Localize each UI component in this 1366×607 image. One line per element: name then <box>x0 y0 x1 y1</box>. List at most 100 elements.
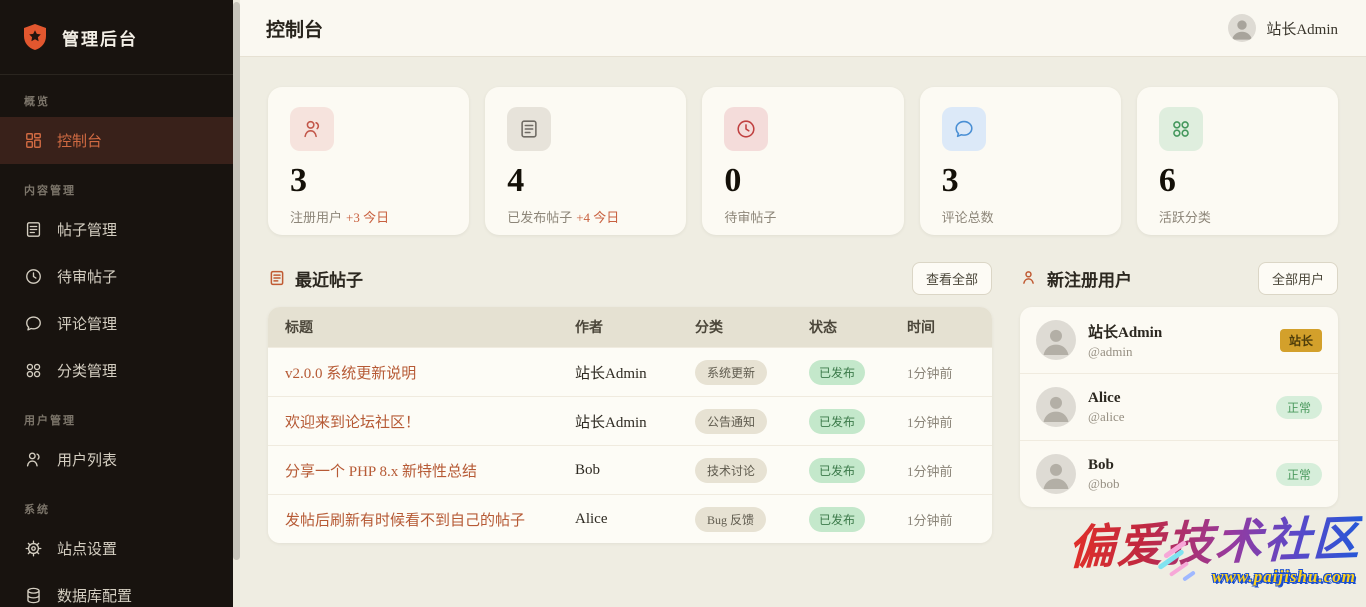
post-title-link[interactable]: 分享一个 PHP 8.x 新特性总结 <box>285 464 477 480</box>
column-header-category: 分类 <box>695 317 809 337</box>
stat-label: 待审帖子 <box>724 207 881 226</box>
recent-posts-table: 标题 作者 分类 状态 时间 v2.0.0 系统更新说明 站长Admin 系统更… <box>268 307 992 543</box>
sidebar-item-user-list[interactable]: 用户列表 <box>0 436 233 483</box>
list-item[interactable]: 站长Admin @admin 站长 <box>1020 307 1338 373</box>
admin-app: 管理后台 概览 控制台 内容管理 <box>0 0 1366 607</box>
post-time: 1分钟前 <box>907 412 975 431</box>
sidebar-item-pending-posts[interactable]: 待审帖子 <box>0 253 233 300</box>
category-pill: 公告通知 <box>695 409 767 434</box>
list-item[interactable]: Bob @bob 正常 <box>1020 440 1338 507</box>
post-time: 1分钟前 <box>907 510 975 529</box>
stat-label-text: 评论总数 <box>942 210 994 225</box>
view-all-users-button[interactable]: 全部用户 <box>1258 262 1338 295</box>
new-users-list: 站长Admin @admin 站长 <box>1020 307 1338 507</box>
recent-posts-section: 最近帖子 查看全部 标题 作者 分类 状态 时间 v2. <box>268 263 992 543</box>
user-avatar <box>1036 387 1076 427</box>
user-handle: @alice <box>1088 409 1125 425</box>
stat-value: 0 <box>724 164 881 198</box>
clock-icon <box>24 267 43 286</box>
sidebar-item-label: 帖子管理 <box>57 219 117 240</box>
list-item[interactable]: Alice @alice 正常 <box>1020 373 1338 440</box>
dashboard-icon <box>24 131 43 150</box>
post-time: 1分钟前 <box>907 363 975 382</box>
main-area: 控制台 站长Admin <box>240 0 1366 607</box>
watermark-url: www.paijishu.com <box>1068 567 1356 587</box>
person-icon <box>24 450 43 469</box>
user-avatar <box>1036 320 1076 360</box>
new-users-section: 新注册用户 全部用户 <box>1020 263 1338 507</box>
user-handle: @bob <box>1088 476 1119 492</box>
chat-icon <box>24 314 43 333</box>
recent-posts-title-row: 最近帖子 <box>268 266 363 291</box>
stat-cards-row: 3 注册用户+3 今日 4 已发布帖子+4 今日 <box>268 87 1338 235</box>
post-title-link[interactable]: 发帖后刷新有时候看不到自己的帖子 <box>285 513 525 529</box>
view-all-posts-button[interactable]: 查看全部 <box>912 262 992 295</box>
stat-label: 注册用户+3 今日 <box>290 207 447 226</box>
sidebar-item-label: 控制台 <box>57 130 102 151</box>
stat-card-published-posts: 4 已发布帖子+4 今日 <box>485 87 686 235</box>
stat-value: 3 <box>290 164 447 198</box>
user-name: Bob <box>1088 457 1119 474</box>
status-badge: 正常 <box>1276 396 1322 419</box>
app-logo[interactable]: 管理后台 <box>0 0 233 75</box>
post-title-link[interactable]: 欢迎来到论坛社区！ <box>285 415 420 431</box>
stat-card-active-categories: 6 活跃分类 <box>1137 87 1338 235</box>
journal-icon <box>268 269 286 287</box>
user-avatar <box>1036 454 1076 494</box>
table-row: 欢迎来到论坛社区！ 站长Admin 公告通知 已发布 1分钟前 <box>268 396 992 445</box>
sidebar-scrollbar-thumb[interactable] <box>233 2 240 560</box>
sidebar-section-users: 用户管理 <box>24 412 233 428</box>
user-avatar <box>1228 14 1256 42</box>
categories-icon <box>1159 107 1203 151</box>
shield-star-icon <box>20 22 50 52</box>
comments-icon <box>942 107 986 151</box>
new-users-title-row: 新注册用户 <box>1020 266 1132 291</box>
grid-circles-icon <box>24 361 43 380</box>
user-handle: @admin <box>1088 344 1162 360</box>
stat-label-text: 注册用户 <box>290 210 342 225</box>
post-author: 站长Admin <box>575 411 695 432</box>
category-pill: 系统更新 <box>695 360 767 385</box>
sidebar-item-comments[interactable]: 评论管理 <box>0 300 233 347</box>
sidebar-item-label: 数据库配置 <box>57 585 132 606</box>
users-icon <box>290 107 334 151</box>
sidebar-item-database-config[interactable]: 数据库配置 <box>0 572 233 607</box>
table-row: 发帖后刷新有时候看不到自己的帖子 Alice Bug 反馈 已发布 1分钟前 <box>268 494 992 543</box>
pending-clock-icon <box>724 107 768 151</box>
stat-delta: +4 今日 <box>576 210 619 225</box>
sidebar-item-categories[interactable]: 分类管理 <box>0 347 233 394</box>
category-pill: Bug 反馈 <box>695 507 766 532</box>
stat-value: 3 <box>942 164 1099 198</box>
status-badge: 已发布 <box>809 409 865 434</box>
sidebar-section-content: 内容管理 <box>24 182 233 198</box>
table-row: v2.0.0 系统更新说明 站长Admin 系统更新 已发布 1分钟前 <box>268 347 992 396</box>
status-badge: 已发布 <box>809 458 865 483</box>
sidebar-item-label: 分类管理 <box>57 360 117 381</box>
current-user-chip[interactable]: 站长Admin <box>1228 14 1338 42</box>
sidebar-item-site-settings[interactable]: 站点设置 <box>0 525 233 572</box>
sidebar-section-system: 系统 <box>24 501 233 517</box>
stat-label-text: 待审帖子 <box>724 210 776 225</box>
sidebar: 管理后台 概览 控制台 内容管理 <box>0 0 240 607</box>
stat-label: 评论总数 <box>942 207 1099 226</box>
sidebar-item-label: 评论管理 <box>57 313 117 334</box>
stat-value: 6 <box>1159 164 1316 198</box>
stat-card-pending-posts: 0 待审帖子 <box>702 87 903 235</box>
sidebar-item-posts[interactable]: 帖子管理 <box>0 206 233 253</box>
database-icon <box>24 586 43 605</box>
table-header-row: 标题 作者 分类 状态 时间 <box>268 307 992 347</box>
dashboard-content: 3 注册用户+3 今日 4 已发布帖子+4 今日 <box>240 57 1366 543</box>
column-header-status: 状态 <box>809 317 907 337</box>
column-header-author: 作者 <box>575 317 695 337</box>
gear-icon <box>24 539 43 558</box>
user-name: Alice <box>1088 390 1125 407</box>
category-pill: 技术讨论 <box>695 458 767 483</box>
status-badge: 已发布 <box>809 507 865 532</box>
sidebar-section-overview: 概览 <box>24 93 233 109</box>
person-icon <box>1020 269 1038 287</box>
journal-icon <box>24 220 43 239</box>
stat-card-registered-users: 3 注册用户+3 今日 <box>268 87 469 235</box>
sidebar-scrollbar[interactable] <box>233 0 240 607</box>
post-title-link[interactable]: v2.0.0 系统更新说明 <box>285 366 416 382</box>
sidebar-item-dashboard[interactable]: 控制台 <box>0 117 233 164</box>
